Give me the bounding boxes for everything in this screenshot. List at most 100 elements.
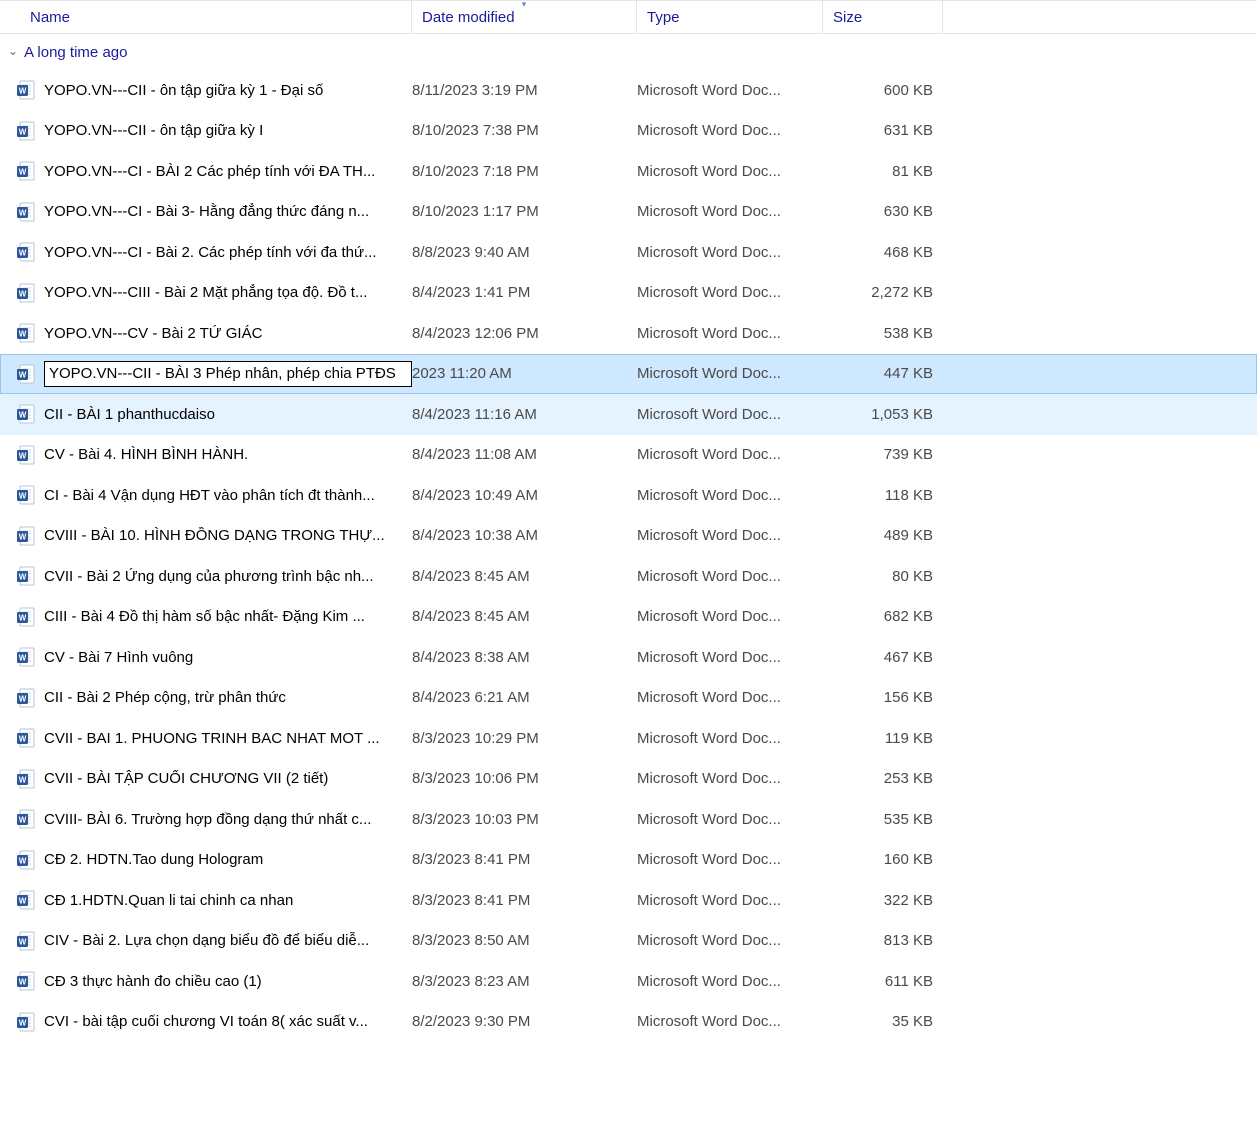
group-header-label: A long time ago (24, 44, 127, 61)
group-header[interactable]: ⌄ A long time ago (0, 34, 1257, 70)
file-type-cell: Microsoft Word Doc... (637, 527, 823, 544)
file-name-cell: YOPO.VN---CI - BÀI 2 Các phép tính với Đ… (16, 161, 412, 181)
file-size-cell: 119 KB (823, 730, 943, 747)
file-date-cell: 8/4/2023 10:49 AM (412, 487, 637, 504)
file-type-cell: Microsoft Word Doc... (637, 932, 823, 949)
file-name-cell: YOPO.VN---CV - Bài 2 TỨ GIÁC (16, 323, 412, 343)
column-header-name[interactable]: Name (0, 1, 412, 33)
file-list: YOPO.VN---CII - ôn tập giữa kỳ 1 - Đại s… (0, 70, 1257, 1042)
file-name-label: YOPO.VN---CV - Bài 2 TỨ GIÁC (44, 325, 262, 342)
table-row[interactable]: CVI - bài tập cuối chương VI toán 8( xác… (0, 1002, 1257, 1043)
table-row[interactable]: YOPO.VN---CV - Bài 2 TỨ GIÁC8/4/2023 12:… (0, 313, 1257, 354)
table-row[interactable]: YOPO.VN---CI - BÀI 2 Các phép tính với Đ… (0, 151, 1257, 192)
table-row[interactable]: CĐ 1.HDTN.Quan li tai chinh ca nhan8/3/2… (0, 880, 1257, 921)
table-row[interactable]: CVIII- BÀI 6. Trường hợp đồng dạng thứ n… (0, 799, 1257, 840)
file-name-cell: CV - Bài 7 Hình vuông (16, 647, 412, 667)
file-size-cell: 611 KB (823, 973, 943, 990)
file-date-cell: 8/4/2023 6:21 AM (412, 689, 637, 706)
file-name-cell: CVII - BÀI TẬP CUỐI CHƯƠNG VII (2 tiết) (16, 769, 412, 789)
table-row[interactable]: CVII - BAI 1. PHUONG TRINH BAC NHAT MOT … (0, 718, 1257, 759)
table-row[interactable]: YOPO.VN---CII - ôn tập giữa kỳ I8/10/202… (0, 111, 1257, 152)
file-date-cell: 8/4/2023 8:45 AM (412, 568, 637, 585)
file-name-label: YOPO.VN---CI - BÀI 2 Các phép tính với Đ… (44, 163, 375, 180)
file-size-cell: 467 KB (823, 649, 943, 666)
file-type-cell: Microsoft Word Doc... (637, 244, 823, 261)
file-name-cell: CII - Bài 2 Phép cộng, trừ phân thức (16, 688, 412, 708)
sort-desc-icon: ▾ (522, 0, 527, 8)
column-header-date[interactable]: ▾ Date modified (412, 1, 637, 33)
word-doc-icon (16, 890, 36, 910)
table-row[interactable]: YOPO.VN---CI - Bài 2. Các phép tính với … (0, 232, 1257, 273)
file-size-cell: 538 KB (823, 325, 943, 342)
file-name-label: YOPO.VN---CI - Bài 2. Các phép tính với … (44, 244, 377, 261)
file-size-cell: 322 KB (823, 892, 943, 909)
file-type-cell: Microsoft Word Doc... (637, 892, 823, 909)
file-type-cell: Microsoft Word Doc... (637, 284, 823, 301)
table-row[interactable]: CIII - Bài 4 Đồ thị hàm số bậc nhất- Đặn… (0, 597, 1257, 638)
file-type-cell: Microsoft Word Doc... (637, 730, 823, 747)
file-type-cell: Microsoft Word Doc... (637, 365, 823, 382)
table-row[interactable]: YOPO.VN---CII - ôn tập giữa kỳ 1 - Đại s… (0, 70, 1257, 111)
file-name-cell: CIII - Bài 4 Đồ thị hàm số bậc nhất- Đặn… (16, 607, 412, 627)
table-row[interactable]: CII - BÀI 1 phanthucdaiso 8/4/2023 11:16 … (0, 394, 1257, 435)
table-row[interactable]: CVII - Bài 2 Ứng dụng của phương trình b… (0, 556, 1257, 597)
file-date-cell: 8/4/2023 8:38 AM (412, 649, 637, 666)
word-doc-icon (16, 647, 36, 667)
file-name-cell: CĐ 1.HDTN.Quan li tai chinh ca nhan (16, 890, 412, 910)
column-header-size[interactable]: Size (823, 1, 943, 33)
file-date-cell: 8/10/2023 7:18 PM (412, 163, 637, 180)
table-row[interactable]: CĐ 2. HDTN.Tao dung Hologram8/3/2023 8:4… (0, 840, 1257, 881)
file-name-cell: CVIII - BÀI 10. HÌNH ĐỒNG DẠNG TRONG THỰ… (16, 526, 412, 546)
file-type-cell: Microsoft Word Doc... (637, 487, 823, 504)
file-type-cell: Microsoft Word Doc... (637, 446, 823, 463)
rename-input[interactable] (44, 361, 412, 387)
file-size-cell: 468 KB (823, 244, 943, 261)
file-name-cell: CVII - Bài 2 Ứng dụng của phương trình b… (16, 566, 412, 586)
file-date-cell: 8/4/2023 10:38 AM (412, 527, 637, 544)
file-name-label: CII - BÀI 1 phanthucdaiso (44, 406, 215, 423)
column-header-name-label: Name (30, 9, 70, 26)
column-header-type[interactable]: Type (637, 1, 823, 33)
file-name-cell: YOPO.VN---CII - ôn tập giữa kỳ I (16, 121, 412, 141)
word-doc-icon (16, 728, 36, 748)
table-row[interactable]: CI - Bài 4 Vận dụng HĐT vào phân tích đt… (0, 475, 1257, 516)
table-row[interactable]: CĐ 3 thực hành đo chiều cao (1)8/3/2023 … (0, 961, 1257, 1002)
table-row[interactable]: CVIII - BÀI 10. HÌNH ĐỒNG DẠNG TRONG THỰ… (0, 516, 1257, 557)
column-header-type-label: Type (647, 9, 680, 26)
file-date-cell: 8/4/2023 11:16 AM (412, 406, 637, 423)
word-doc-icon (16, 445, 36, 465)
table-row[interactable]: CIV - Bài 2. Lựa chọn dạng biểu đồ để bi… (0, 921, 1257, 962)
file-date-cell: 8/3/2023 10:06 PM (412, 770, 637, 787)
file-date-cell: 8/11/2023 3:19 PM (412, 82, 637, 99)
table-row[interactable]: CII - Bài 2 Phép cộng, trừ phân thức 8/4/… (0, 678, 1257, 719)
word-doc-icon (16, 688, 36, 708)
word-doc-icon (16, 364, 36, 384)
table-row[interactable]: YOPO.VN---CI - Bài 3- Hằng đẳng thức đán… (0, 192, 1257, 233)
file-name-label: CII - Bài 2 Phép cộng, trừ phân thức (44, 689, 286, 706)
file-size-cell: 739 KB (823, 446, 943, 463)
file-type-cell: Microsoft Word Doc... (637, 973, 823, 990)
table-row[interactable]: CV - Bài 7 Hình vuông8/4/2023 8:38 AMMic… (0, 637, 1257, 678)
file-name-cell: CVII - BAI 1. PHUONG TRINH BAC NHAT MOT … (16, 728, 412, 748)
file-name-label: CIV - Bài 2. Lựa chọn dạng biểu đồ để bi… (44, 932, 369, 949)
table-row[interactable]: 2023 11:20 AMMicrosoft Word Doc...447 KB (0, 354, 1257, 395)
file-size-cell: 489 KB (823, 527, 943, 544)
table-row[interactable]: CVII - BÀI TẬP CUỐI CHƯƠNG VII (2 tiết)8… (0, 759, 1257, 800)
file-type-cell: Microsoft Word Doc... (637, 1013, 823, 1030)
file-name-label: CVIII- BÀI 6. Trường hợp đồng dạng thứ n… (44, 811, 371, 828)
file-name-cell: YOPO.VN---CI - Bài 2. Các phép tính với … (16, 242, 412, 262)
file-type-cell: Microsoft Word Doc... (637, 689, 823, 706)
file-name-cell: YOPO.VN---CIII - Bài 2 Mặt phẳng tọa độ.… (16, 283, 412, 303)
word-doc-icon (16, 566, 36, 586)
word-doc-icon (16, 607, 36, 627)
table-row[interactable]: YOPO.VN---CIII - Bài 2 Mặt phẳng tọa độ.… (0, 273, 1257, 314)
file-size-cell: 80 KB (823, 568, 943, 585)
file-date-cell: 8/3/2023 8:41 PM (412, 892, 637, 909)
file-date-cell: 8/3/2023 10:29 PM (412, 730, 637, 747)
file-name-cell: CV - Bài 4. HÌNH BÌNH HÀNH. (16, 445, 412, 465)
file-date-cell: 8/2/2023 9:30 PM (412, 1013, 637, 1030)
table-row[interactable]: CV - Bài 4. HÌNH BÌNH HÀNH.8/4/2023 11:0… (0, 435, 1257, 476)
file-type-cell: Microsoft Word Doc... (637, 851, 823, 868)
file-name-cell: CIV - Bài 2. Lựa chọn dạng biểu đồ để bi… (16, 931, 412, 951)
file-type-cell: Microsoft Word Doc... (637, 770, 823, 787)
